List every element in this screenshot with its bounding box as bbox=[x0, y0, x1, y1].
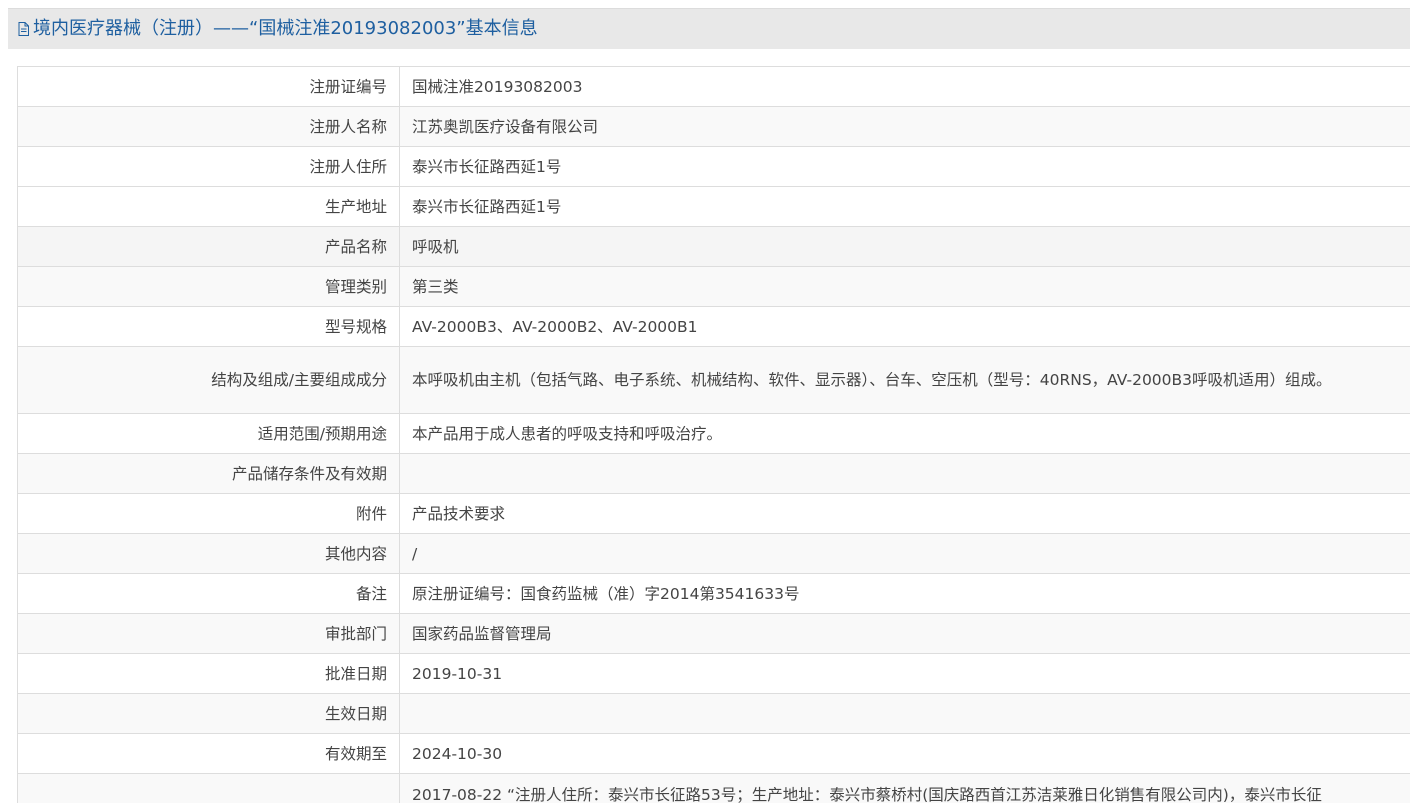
table-row: 生产地址 泰兴市长征路西延1号 bbox=[17, 186, 1410, 227]
row-label: 有效期至 bbox=[17, 733, 400, 774]
row-label: 注册证编号 bbox=[17, 66, 400, 107]
row-value: 2017-08-22 “注册人住所：泰兴市长征路53号；生产地址：泰兴市蔡桥村(… bbox=[399, 773, 1410, 803]
row-label: 型号规格 bbox=[17, 306, 400, 347]
table-row: 备注 原注册证编号：国食药监械（准）字2014第3541633号 bbox=[17, 573, 1410, 614]
row-label: 生产地址 bbox=[17, 186, 400, 227]
row-value bbox=[399, 693, 1410, 734]
table-row: 注册人名称 江苏奥凯医疗设备有限公司 bbox=[17, 106, 1410, 147]
row-value: 泰兴市长征路西延1号 bbox=[399, 186, 1410, 227]
table-row: 型号规格 AV-2000B3、AV-2000B2、AV-2000B1 bbox=[17, 306, 1410, 347]
row-label: 管理类别 bbox=[17, 266, 400, 307]
row-label bbox=[17, 773, 400, 803]
row-label: 备注 bbox=[17, 573, 400, 614]
table-row: 结构及组成/主要组成成分 本呼吸机由主机（包括气路、电子系统、机械结构、软件、显… bbox=[17, 346, 1410, 414]
row-label: 注册人住所 bbox=[17, 146, 400, 187]
table-row: 生效日期 bbox=[17, 693, 1410, 734]
row-value: 第三类 bbox=[399, 266, 1410, 307]
row-label: 产品储存条件及有效期 bbox=[17, 453, 400, 494]
row-value: AV-2000B3、AV-2000B2、AV-2000B1 bbox=[399, 306, 1410, 347]
row-value: 产品技术要求 bbox=[399, 493, 1410, 534]
row-value: 江苏奥凯医疗设备有限公司 bbox=[399, 106, 1410, 147]
row-value: 呼吸机 bbox=[399, 226, 1410, 267]
table-row: 2017-08-22 “注册人住所：泰兴市长征路53号；生产地址：泰兴市蔡桥村(… bbox=[17, 773, 1410, 803]
row-value: 泰兴市长征路西延1号 bbox=[399, 146, 1410, 187]
table-row: 产品储存条件及有效期 bbox=[17, 453, 1410, 494]
table-row: 审批部门 国家药品监督管理局 bbox=[17, 613, 1410, 654]
table-row: 管理类别 第三类 bbox=[17, 266, 1410, 307]
document-icon bbox=[18, 22, 29, 36]
table-row: 产品名称 呼吸机 bbox=[17, 226, 1410, 267]
row-label: 产品名称 bbox=[17, 226, 400, 267]
row-label: 附件 bbox=[17, 493, 400, 534]
row-value: 本产品用于成人患者的呼吸支持和呼吸治疗。 bbox=[399, 413, 1410, 454]
table-row: 其他内容 / bbox=[17, 533, 1410, 574]
row-value: 国家药品监督管理局 bbox=[399, 613, 1410, 654]
row-label: 生效日期 bbox=[17, 693, 400, 734]
row-value: / bbox=[399, 533, 1410, 574]
row-label: 批准日期 bbox=[17, 653, 400, 694]
table-row: 有效期至 2024-10-30 bbox=[17, 733, 1410, 774]
table-row: 注册人住所 泰兴市长征路西延1号 bbox=[17, 146, 1410, 187]
table-row: 适用范围/预期用途 本产品用于成人患者的呼吸支持和呼吸治疗。 bbox=[17, 413, 1410, 454]
row-label: 结构及组成/主要组成成分 bbox=[17, 346, 400, 414]
table-row: 注册证编号 国械注准20193082003 bbox=[17, 66, 1410, 107]
table-row: 附件 产品技术要求 bbox=[17, 493, 1410, 534]
row-value bbox=[399, 453, 1410, 494]
header-bar: 境内医疗器械（注册）——“国械注准20193082003”基本信息 bbox=[8, 8, 1410, 49]
row-label: 其他内容 bbox=[17, 533, 400, 574]
row-label: 审批部门 bbox=[17, 613, 400, 654]
row-value: 国械注准20193082003 bbox=[399, 66, 1410, 107]
page-title: 境内医疗器械（注册）——“国械注准20193082003”基本信息 bbox=[33, 18, 538, 39]
row-value: 原注册证编号：国食药监械（准）字2014第3541633号 bbox=[399, 573, 1410, 614]
row-label: 注册人名称 bbox=[17, 106, 400, 147]
table-row: 批准日期 2019-10-31 bbox=[17, 653, 1410, 694]
row-value: 本呼吸机由主机（包括气路、电子系统、机械结构、软件、显示器）、台车、空压机（型号… bbox=[399, 346, 1410, 414]
row-value: 2019-10-31 bbox=[399, 653, 1410, 694]
page: 境内医疗器械（注册）——“国械注准20193082003”基本信息 注册证编号 … bbox=[0, 0, 1410, 803]
registration-info-table: 注册证编号 国械注准20193082003 注册人名称 江苏奥凯医疗设备有限公司… bbox=[17, 66, 1410, 803]
row-label: 适用范围/预期用途 bbox=[17, 413, 400, 454]
row-value: 2024-10-30 bbox=[399, 733, 1410, 774]
